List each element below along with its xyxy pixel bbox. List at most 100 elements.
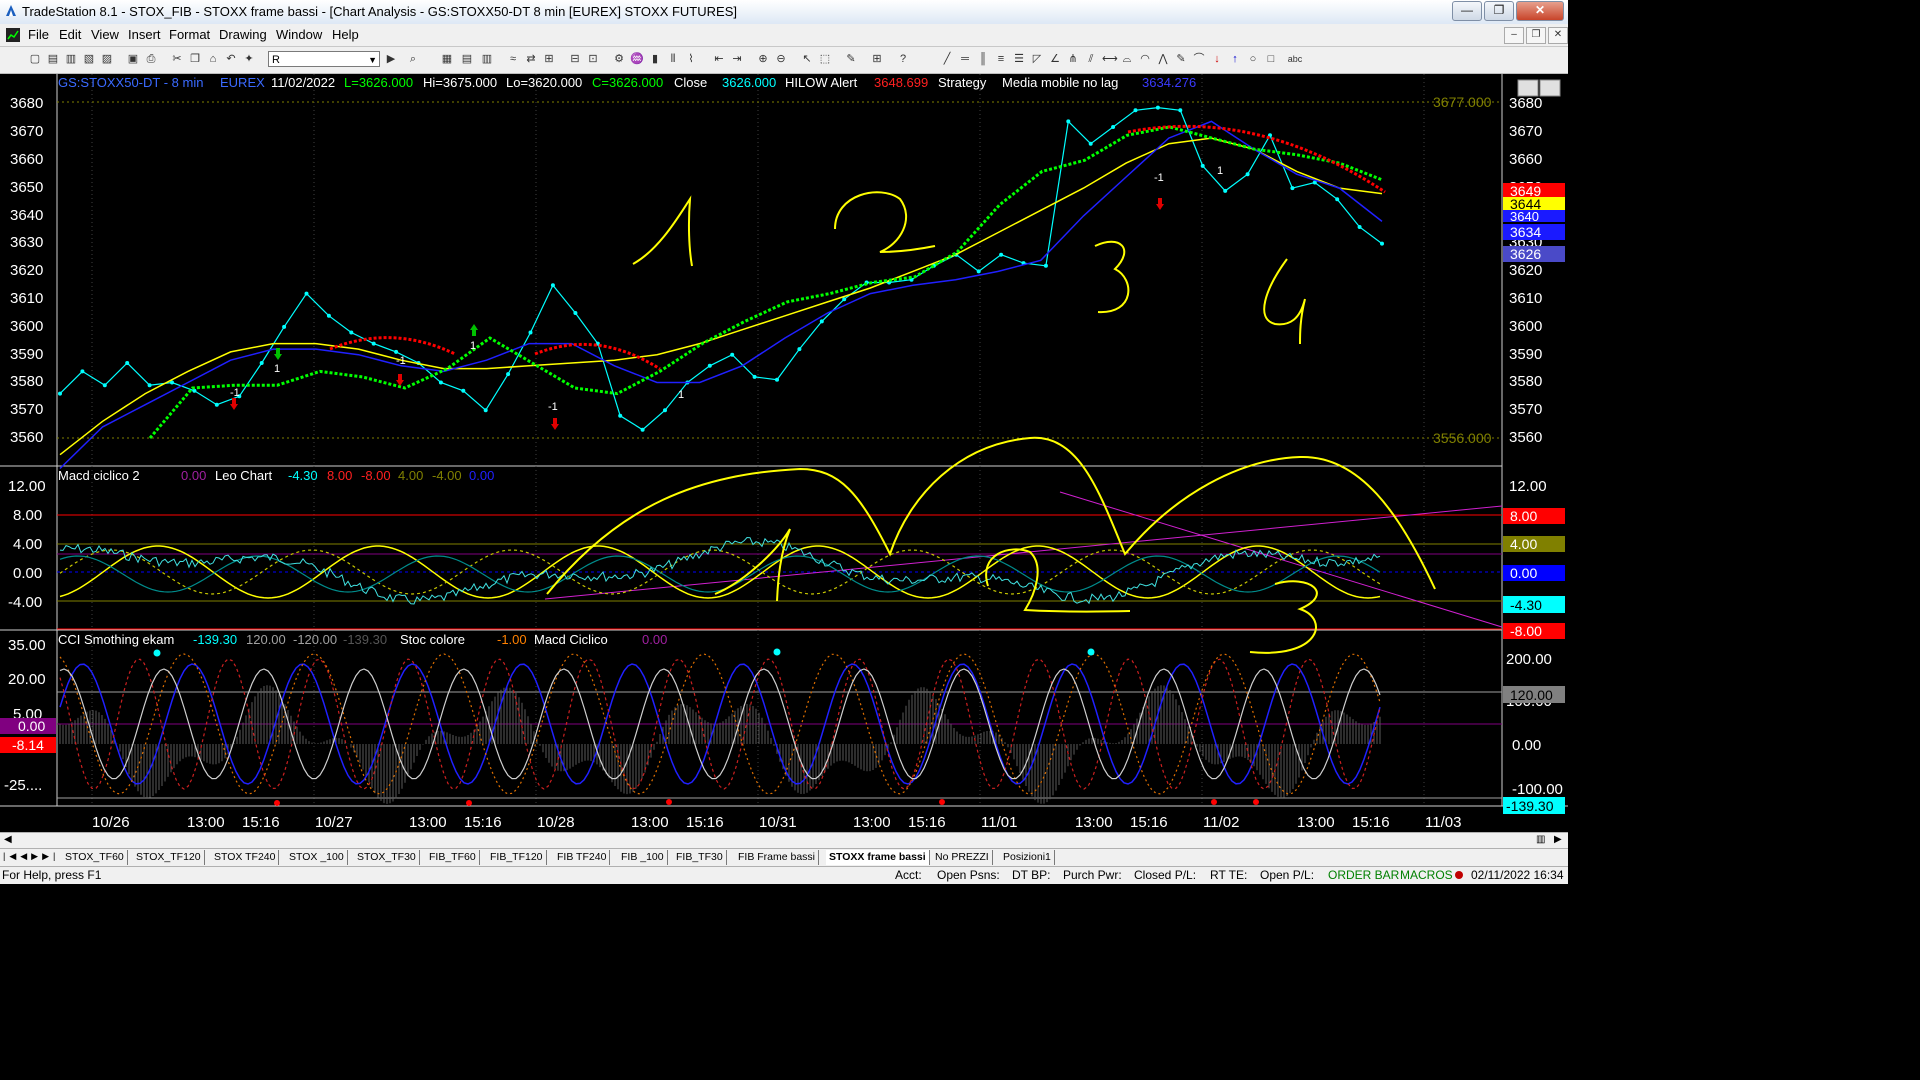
tab-fib-tf60[interactable]: FIB_TF60 [426, 850, 480, 865]
mdi-minimize-button[interactable]: – [1504, 27, 1524, 44]
optimize-icon[interactable]: ⊞ [542, 52, 556, 66]
save-icon[interactable]: ▣ [126, 52, 140, 66]
scroll-left-icon[interactable]: ⇤ [712, 52, 726, 66]
tab-fib-tf30[interactable]: FIB_TF30 [673, 850, 727, 865]
undo-icon[interactable]: ↶ [224, 52, 238, 66]
chart-restore-button[interactable] [1539, 79, 1561, 97]
lookup-icon[interactable]: ⌕ [406, 52, 420, 66]
tab-posizioni1[interactable]: Posizioni1 [1000, 850, 1055, 865]
tab-fib-frame-bassi[interactable]: FIB Frame bassi [735, 850, 820, 865]
price-panel[interactable] [57, 74, 1502, 466]
pointer-icon[interactable]: ↖ [800, 52, 814, 66]
minimize-button[interactable]: — [1452, 1, 1482, 21]
speed-lines-icon[interactable]: ∠ [1048, 52, 1062, 66]
andrews-icon[interactable]: ⋔ [1066, 52, 1080, 66]
cut-icon[interactable]: ✂ [170, 52, 184, 66]
tab-fib-tf120[interactable]: FIB_TF120 [487, 850, 547, 865]
arrows-icon[interactable]: ⟷ [1102, 52, 1118, 66]
new-workspace-icon[interactable]: ▧ [82, 52, 96, 66]
tab-stox-tf30[interactable]: STOX_TF30 [354, 850, 420, 865]
tab-fib-tf240[interactable]: FIB TF240 [554, 850, 611, 865]
menu-edit[interactable]: Edit [59, 27, 81, 42]
line-chart-icon[interactable]: ⌇ [684, 52, 698, 66]
settings-icon[interactable]: ⚙ [612, 52, 626, 66]
menu-format[interactable]: Format [169, 27, 210, 42]
cycle-icon[interactable]: ⌓ [1120, 52, 1134, 66]
mdi-restore-button[interactable]: ❐ [1526, 27, 1546, 44]
scroll-thumb-icon[interactable]: ▥ [1536, 834, 1545, 845]
chart-minimize-button[interactable] [1517, 79, 1539, 97]
chart-analysis-window[interactable]: 1 -1 1 -1 1 -1 1 -1 3680 3670 3660 3650 … [0, 74, 1568, 832]
close-button[interactable]: ✕ [1516, 1, 1564, 21]
scroll-right-arrow-icon[interactable]: ▶ [1554, 834, 1562, 845]
macros-button[interactable]: MACROS [1400, 868, 1453, 882]
arrow-down-icon[interactable]: ↓ [1210, 52, 1224, 66]
tools-icon[interactable]: ✎ [844, 52, 858, 66]
macd-panel[interactable] [57, 491, 1503, 630]
fib-icon[interactable]: ☰ [1012, 52, 1026, 66]
regression-icon[interactable]: ⫽ [1084, 52, 1098, 66]
tab-stox-100[interactable]: STOX _100 [286, 850, 348, 865]
cci-panel[interactable] [57, 648, 1502, 807]
menu-window[interactable]: Window [276, 27, 322, 42]
text-tool-icon[interactable]: abc [1284, 52, 1306, 66]
chart-svg[interactable]: 1 -1 1 -1 1 -1 1 -1 3680 3670 3660 3650 … [0, 74, 1568, 832]
candle-icon[interactable]: ⫴ [666, 52, 680, 66]
scroll-left-arrow-icon[interactable]: ◀ [4, 834, 12, 845]
mdi-close-button[interactable]: ✕ [1548, 27, 1568, 44]
tab-stox-tf60[interactable]: STOX_TF60 [62, 850, 128, 865]
zoom-out-icon[interactable]: ⊖ [774, 52, 788, 66]
insert-icon[interactable]: ⊞ [870, 52, 884, 66]
curve-icon[interactable]: ⌒ [1192, 52, 1206, 66]
tab-no-prezzi[interactable]: No PREZZI [932, 850, 993, 865]
tab-nav-arrows-icon[interactable]: |◀◀▶▶| [3, 851, 59, 862]
signal-icon[interactable]: ⇄ [524, 52, 538, 66]
horizontal-scrollbar[interactable]: ◀ ▥ ▶ [0, 832, 1568, 849]
ellipse-icon[interactable]: ○ [1246, 52, 1260, 66]
new-icon[interactable]: ▢ [28, 52, 42, 66]
gann-icon[interactable]: ◸ [1030, 52, 1044, 66]
menu-insert[interactable]: Insert [128, 27, 161, 42]
trendline-up[interactable] [544, 505, 1503, 600]
open-icon[interactable]: ▤ [46, 52, 60, 66]
zoom-in-icon[interactable]: ⊕ [756, 52, 770, 66]
channel-icon[interactable]: ≡ [994, 52, 1008, 66]
help-icon[interactable]: ? [896, 52, 910, 66]
rectangle-icon[interactable]: □ [1264, 52, 1278, 66]
arc-icon[interactable]: ◠ [1138, 52, 1152, 66]
vline-icon[interactable]: ║ [976, 52, 990, 66]
indicator-icon[interactable]: ▥ [480, 52, 494, 66]
restore-button[interactable]: ❐ [1484, 1, 1514, 21]
menu-view[interactable]: View [91, 27, 119, 42]
tab-fib-100[interactable]: FIB _100 [618, 850, 668, 865]
window-layout-icon[interactable]: ⊟ [568, 52, 582, 66]
menu-help[interactable]: Help [332, 27, 359, 42]
scroll-right-icon[interactable]: ⇥ [730, 52, 744, 66]
arrow-up-icon[interactable]: ↑ [1228, 52, 1242, 66]
copy-icon[interactable]: ❐ [188, 52, 202, 66]
lock-icon[interactable]: ⌂ [206, 52, 220, 66]
tab-stox-tf120[interactable]: STOX_TF120 [133, 850, 205, 865]
bar-chart-icon[interactable]: ▮ [648, 52, 662, 66]
menu-file[interactable]: File [28, 27, 49, 42]
symbol-input[interactable]: R ▼ [268, 51, 380, 67]
order-bar-button[interactable]: ORDER BAR [1328, 868, 1399, 882]
select-icon[interactable]: ⬚ [818, 52, 832, 66]
format-symbol-icon[interactable]: ▤ [460, 52, 474, 66]
hline-icon[interactable]: ═ [958, 52, 972, 66]
chart-type-icon[interactable]: ♒ [630, 52, 644, 66]
strategy-icon[interactable]: ≈ [506, 52, 520, 66]
open-workspace-icon[interactable]: ▥ [64, 52, 78, 66]
open-folder-icon[interactable]: ▨ [100, 52, 114, 66]
fan-icon[interactable]: ⋀ [1156, 52, 1170, 66]
menu-drawing[interactable]: Drawing [219, 27, 267, 42]
pen-icon[interactable]: ✎ [1174, 52, 1188, 66]
format-window-icon[interactable]: ▦ [440, 52, 454, 66]
print-icon[interactable]: ⎙ [144, 52, 158, 66]
tab-stoxx-frame-bassi[interactable]: STOXX frame bassi [826, 850, 930, 865]
chevron-down-icon[interactable]: ▼ [368, 52, 377, 68]
tab-stox-tf240[interactable]: STOX TF240 [211, 850, 280, 865]
window-tile-icon[interactable]: ⊡ [586, 52, 600, 66]
properties-icon[interactable]: ✦ [242, 52, 256, 66]
go-icon[interactable]: ▶ [384, 52, 398, 66]
